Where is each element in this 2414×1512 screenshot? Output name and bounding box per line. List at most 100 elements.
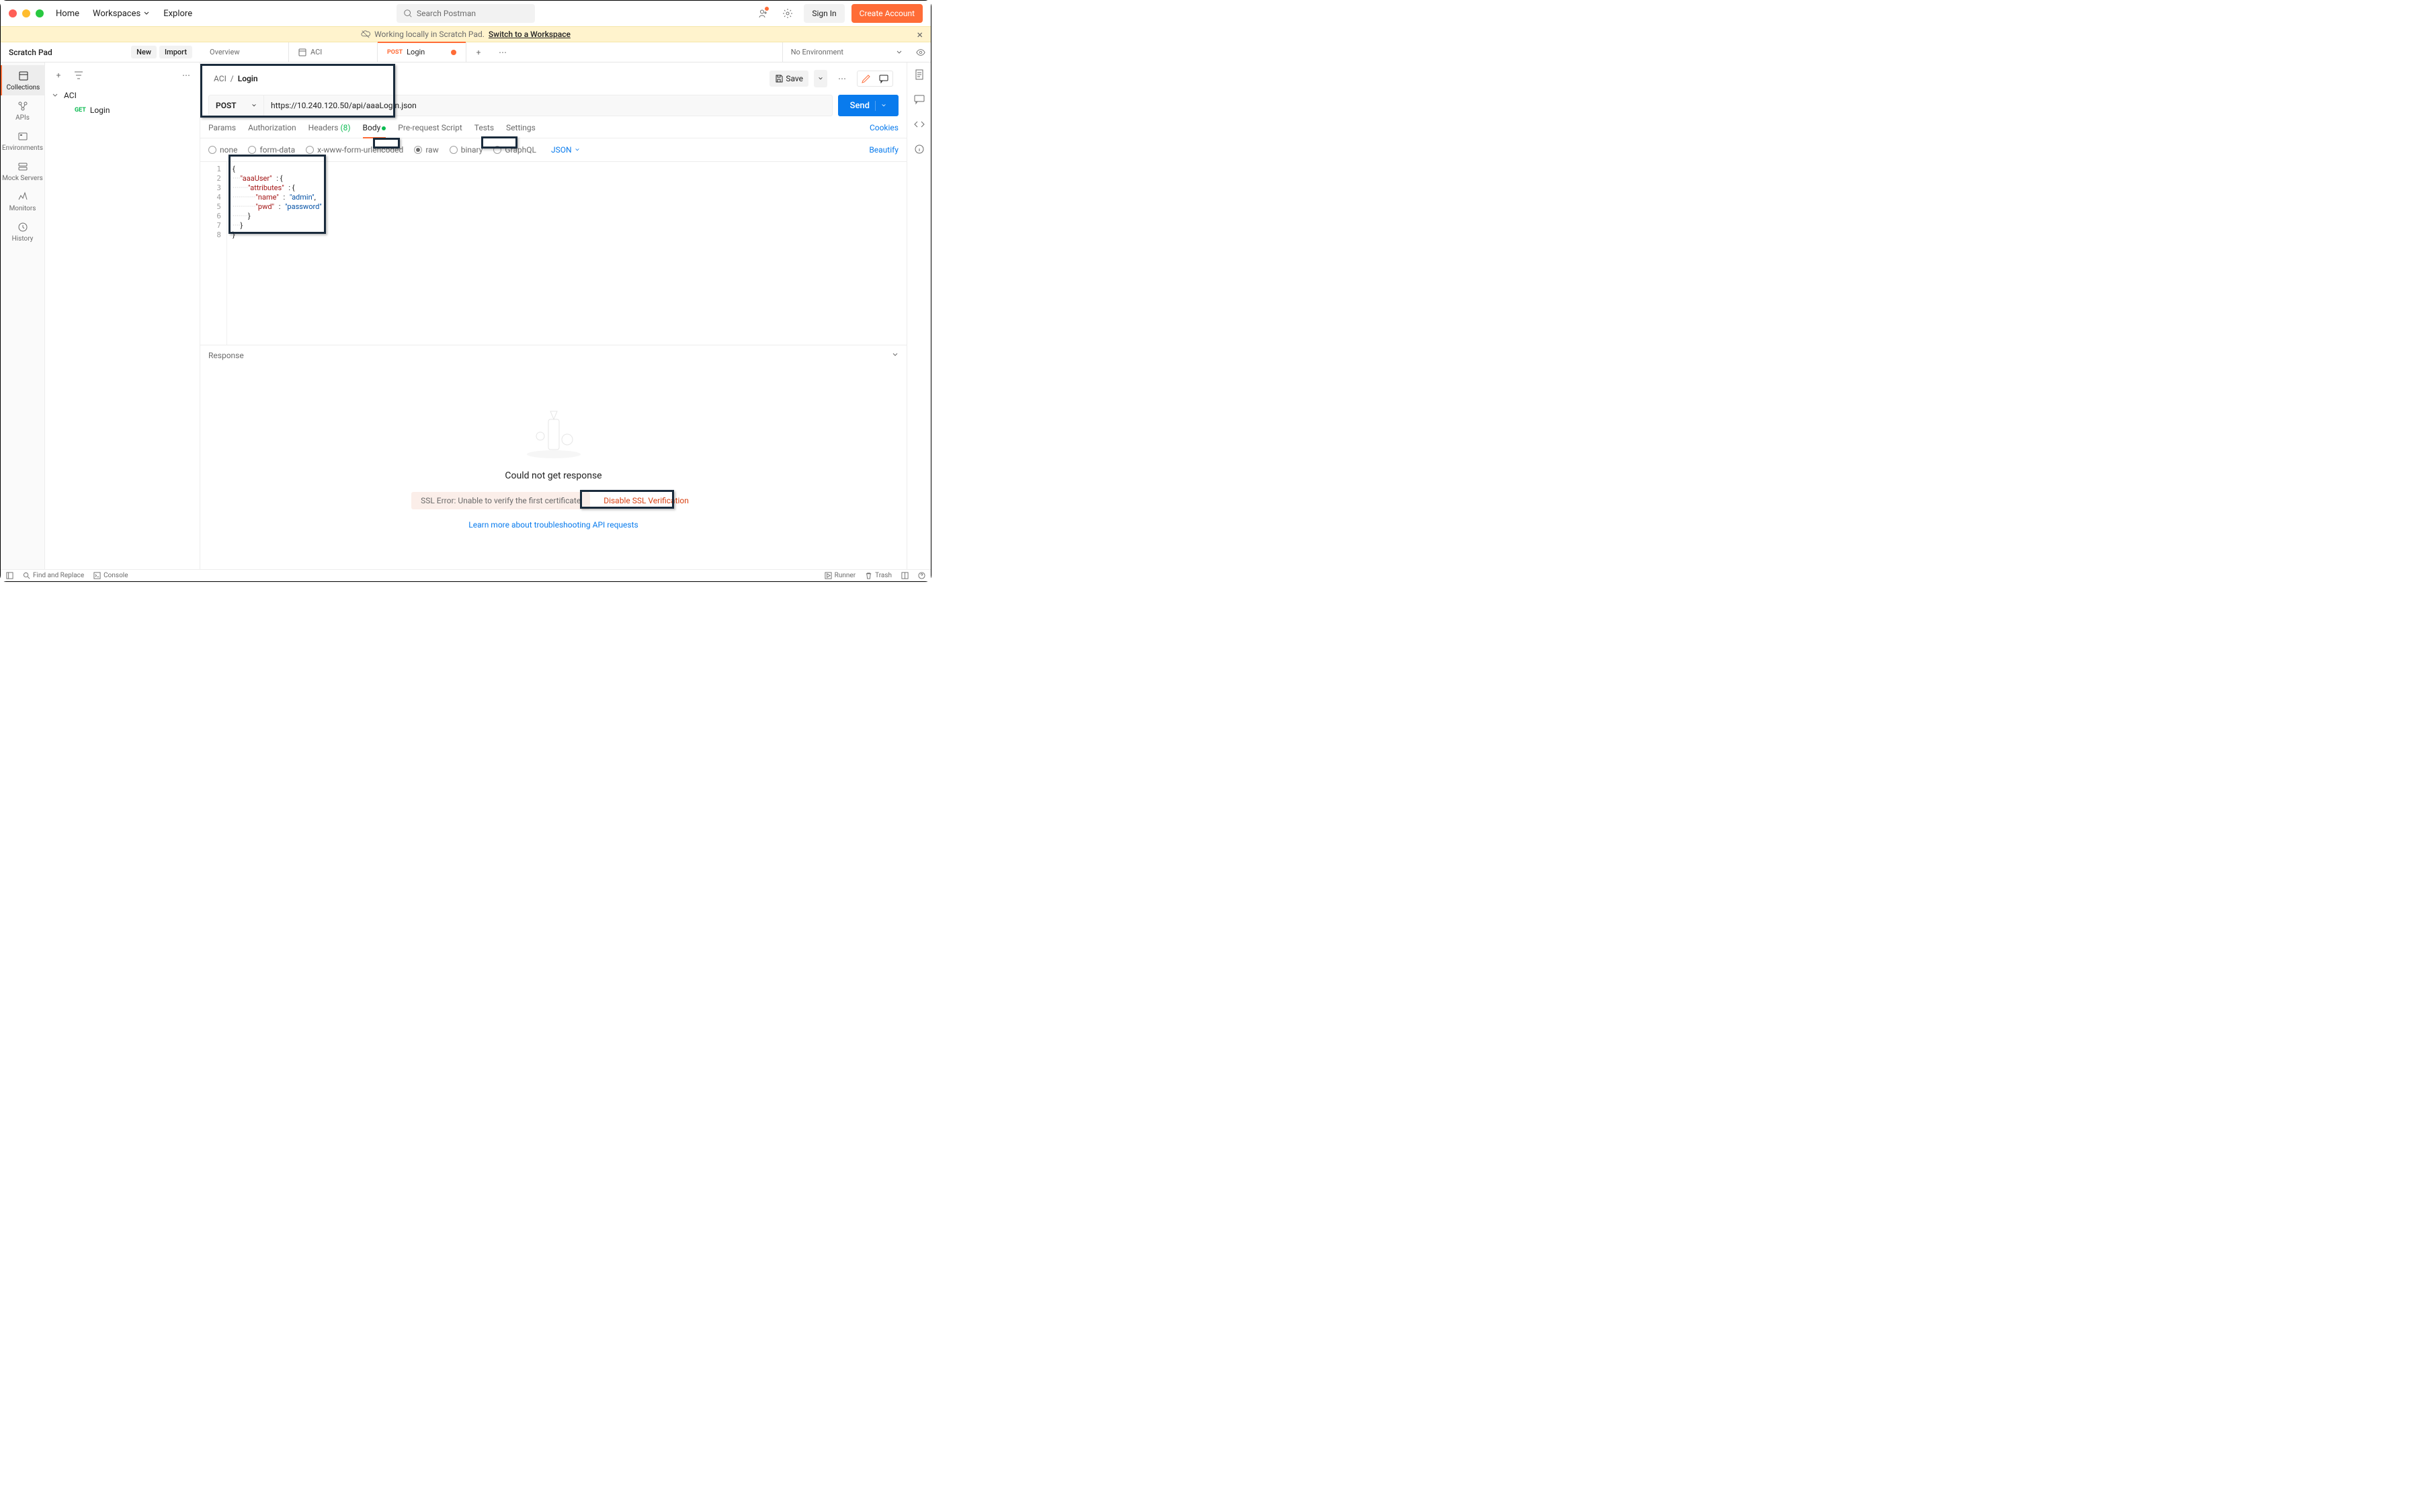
tab-tests[interactable]: Tests xyxy=(474,123,494,138)
empty-state-illustration xyxy=(520,406,587,460)
build-mode[interactable] xyxy=(858,71,875,86)
line-gutter: 12345678 xyxy=(200,162,227,345)
method-badge-get: GET xyxy=(75,107,86,114)
body-urlencoded[interactable]: x-www-form-urlencoded xyxy=(306,145,403,155)
editor-content[interactable]: { ····"aaaUser" : { ········"attributes"… xyxy=(227,162,907,345)
tab-login[interactable]: POST Login xyxy=(378,42,466,62)
body-raw[interactable]: raw xyxy=(414,145,438,155)
body-form-data[interactable]: form-data xyxy=(248,145,295,155)
sb-layout[interactable] xyxy=(901,572,909,579)
docs-icon[interactable] xyxy=(914,69,925,82)
rail-monitors[interactable]: Monitors xyxy=(1,186,44,216)
sb-panel-toggle[interactable] xyxy=(6,572,13,579)
rail-mock-servers[interactable]: Mock Servers xyxy=(1,156,44,186)
url-group: POST https://10.240.120.50/api/aaaLogin.… xyxy=(208,95,833,116)
env-quick-look[interactable] xyxy=(911,43,931,62)
tab-overview[interactable]: Overview xyxy=(200,42,289,62)
body-lang-select[interactable]: JSON xyxy=(547,144,584,156)
save-button[interactable]: Save xyxy=(769,71,808,87)
scratch-pad-banner: Working locally in Scratch Pad. Switch t… xyxy=(1,26,931,42)
body-none[interactable]: none xyxy=(208,145,237,155)
save-icon xyxy=(775,75,783,83)
content: ACI / Login Save ⋯ POST xyxy=(200,62,907,569)
request-more[interactable]: ⋯ xyxy=(833,69,851,88)
rail-collections[interactable]: Collections xyxy=(1,65,44,95)
search-icon xyxy=(403,9,413,18)
tab-prerequest[interactable]: Pre-request Script xyxy=(398,123,462,138)
create-account-button[interactable]: Create Account xyxy=(851,4,923,23)
banner-close[interactable]: × xyxy=(917,28,923,41)
url-input[interactable]: https://10.240.120.50/api/aaaLogin.json xyxy=(264,95,832,116)
cookies-link[interactable]: Cookies xyxy=(870,123,899,138)
sidebar-more[interactable]: ⋯ xyxy=(178,67,194,83)
beautify-link[interactable]: Beautify xyxy=(869,145,899,155)
troubleshoot-link[interactable]: Learn more about troubleshooting API req… xyxy=(468,520,638,530)
request-tabs: Params Authorization Headers (8) Body Pr… xyxy=(200,116,907,138)
sb-runner[interactable]: Runner xyxy=(825,572,856,579)
comment-mode[interactable] xyxy=(875,71,892,86)
new-button[interactable]: New xyxy=(131,46,157,58)
new-tab-button[interactable]: + xyxy=(466,42,491,62)
search-placeholder: Search Postman xyxy=(417,9,476,18)
response-body: Could not get response SSL Error: Unable… xyxy=(200,366,907,569)
tab-aci[interactable]: ACI xyxy=(289,42,378,62)
statusbar: Find and Replace Console Runner Trash xyxy=(1,569,931,581)
tab-params[interactable]: Params xyxy=(208,123,236,138)
nav-explore[interactable]: Explore xyxy=(163,9,192,19)
environment-selector[interactable]: No Environment xyxy=(782,42,911,62)
cloud-off-icon xyxy=(361,30,370,39)
banner-text: Working locally in Scratch Pad. xyxy=(374,30,485,39)
tab-body[interactable]: Body xyxy=(363,123,386,138)
sb-trash[interactable]: Trash xyxy=(865,572,892,579)
response-bar[interactable]: Response xyxy=(200,345,907,366)
breadcrumb: ACI / Login xyxy=(214,74,258,83)
comments-icon[interactable] xyxy=(914,94,925,107)
sb-find-replace[interactable]: Find and Replace xyxy=(23,572,84,579)
nav-workspaces[interactable]: Workspaces xyxy=(93,9,150,19)
invite-icon[interactable] xyxy=(753,4,772,23)
search-input[interactable]: Search Postman xyxy=(397,4,535,23)
chevron-down-icon xyxy=(52,92,60,99)
tree-collection-aci[interactable]: ACI xyxy=(45,88,200,103)
tree-request-login[interactable]: GET Login xyxy=(45,103,200,118)
unsaved-indicator xyxy=(451,50,456,55)
close-window[interactable] xyxy=(9,9,17,17)
sb-help[interactable] xyxy=(918,572,925,579)
import-button[interactable]: Import xyxy=(159,46,192,58)
tab-settings[interactable]: Settings xyxy=(506,123,536,138)
method-select[interactable]: POST xyxy=(209,95,264,116)
body-graphql[interactable]: GraphQL xyxy=(493,145,536,155)
tab-options[interactable]: ⋯ xyxy=(491,42,515,62)
nav-home[interactable]: Home xyxy=(56,9,79,19)
rail-history[interactable]: History xyxy=(1,216,44,247)
body-type-row: none form-data x-www-form-urlencoded raw… xyxy=(200,138,907,162)
body-editor[interactable]: 12345678 { ····"aaaUser" : { ········"at… xyxy=(200,162,907,345)
body-binary[interactable]: binary xyxy=(450,145,483,155)
view-mode-toggle xyxy=(857,71,893,87)
disable-ssl-button[interactable]: Disable SSL Verification xyxy=(597,492,696,509)
minimize-window[interactable] xyxy=(22,9,30,17)
sidebar-filter[interactable] xyxy=(71,67,87,83)
response-title: Could not get response xyxy=(505,470,601,481)
signin-button[interactable]: Sign In xyxy=(804,4,844,23)
send-dropdown[interactable] xyxy=(875,101,886,111)
switch-workspace-link[interactable]: Switch to a Workspace xyxy=(489,30,571,39)
rail-apis[interactable]: APIs xyxy=(1,95,44,126)
tab-method-badge: POST xyxy=(387,49,403,56)
tab-authorization[interactable]: Authorization xyxy=(248,123,296,138)
nav-links: Home Workspaces Explore xyxy=(56,9,192,19)
side-rail: Collections APIs Environments Mock Serve… xyxy=(1,62,45,569)
sb-console[interactable]: Console xyxy=(93,572,128,579)
tab-headers[interactable]: Headers (8) xyxy=(308,123,351,138)
settings-icon[interactable] xyxy=(778,4,797,23)
send-button[interactable]: Send xyxy=(838,95,899,116)
info-icon[interactable] xyxy=(914,144,925,157)
sidebar: + ⋯ ACI GET Login xyxy=(45,62,200,569)
sidebar-add[interactable]: + xyxy=(50,67,67,83)
titlebar: Home Workspaces Explore Search Postman S… xyxy=(1,1,931,26)
code-icon[interactable] xyxy=(914,119,925,132)
save-dropdown[interactable] xyxy=(814,70,827,87)
rail-environments[interactable]: Environments xyxy=(1,126,44,156)
maximize-window[interactable] xyxy=(36,9,44,17)
context-rail xyxy=(907,62,931,569)
